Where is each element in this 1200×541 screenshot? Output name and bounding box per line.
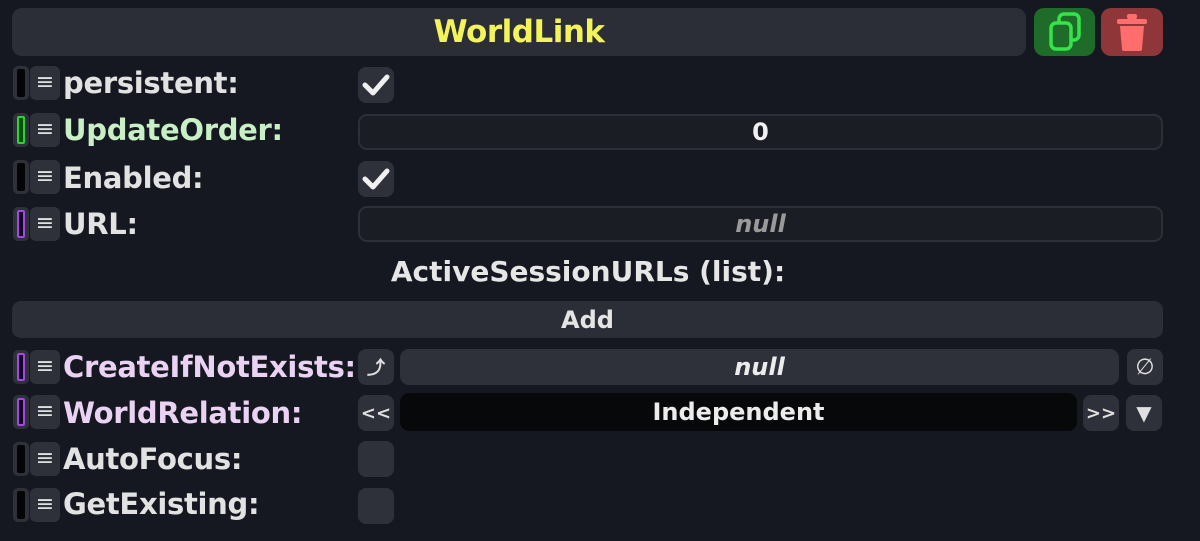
field-label-world-relation: WorldRelation: xyxy=(63,396,303,430)
previous-value-button[interactable]: << xyxy=(358,395,394,431)
clear-reference-button[interactable]: ∅ xyxy=(1127,349,1163,385)
next-value-button[interactable]: >> xyxy=(1083,395,1119,431)
drag-handle-icon[interactable]: ≡ xyxy=(30,442,60,476)
get-existing-checkbox[interactable] xyxy=(358,488,394,524)
enabled-checkbox[interactable] xyxy=(358,161,394,197)
set-reference-button[interactable]: ⤴ xyxy=(358,349,394,385)
create-if-not-exists-field[interactable]: null xyxy=(400,349,1119,385)
field-label-get-existing: GetExisting: xyxy=(63,487,260,521)
dropdown-triangle-icon: ▼ xyxy=(1136,401,1152,425)
field-handle-enabled[interactable]: ≡ xyxy=(13,159,61,195)
list-title: ActiveSessionURLs (list): xyxy=(390,254,786,288)
connector-icon[interactable] xyxy=(13,395,29,429)
field-label-url: URL: xyxy=(63,207,138,241)
field-handle-get-existing[interactable]: ≡ xyxy=(13,487,61,523)
auto-focus-checkbox[interactable] xyxy=(358,441,394,477)
connector-icon[interactable] xyxy=(13,160,29,194)
field-label-create-if-not-exists: CreateIfNotExists: xyxy=(63,350,356,384)
drag-handle-icon[interactable]: ≡ xyxy=(30,395,60,429)
field-handle-url[interactable]: ≡ xyxy=(13,206,61,242)
drag-handle-icon[interactable]: ≡ xyxy=(30,488,60,522)
field-label-update-order: UpdateOrder: xyxy=(63,113,283,147)
connector-icon[interactable] xyxy=(13,66,29,100)
connector-icon[interactable] xyxy=(13,488,29,522)
field-handle-auto-focus[interactable]: ≡ xyxy=(13,441,61,477)
drag-handle-icon[interactable]: ≡ xyxy=(30,207,60,241)
field-handle-update-order[interactable]: ≡ xyxy=(13,112,61,148)
field-handle-create-if-not-exists[interactable]: ≡ xyxy=(13,349,61,385)
connector-icon[interactable] xyxy=(13,350,29,384)
drag-handle-icon[interactable]: ≡ xyxy=(30,160,60,194)
component-title: WorldLink xyxy=(433,14,605,50)
world-relation-value[interactable]: Independent xyxy=(400,393,1077,431)
drag-handle-icon[interactable]: ≡ xyxy=(30,113,60,147)
field-label-auto-focus: AutoFocus: xyxy=(63,442,243,476)
field-handle-world-relation[interactable]: ≡ xyxy=(13,394,61,430)
update-order-input[interactable]: 0 xyxy=(358,114,1163,150)
delete-button[interactable] xyxy=(1101,8,1163,56)
field-handle-persistent[interactable]: ≡ xyxy=(13,65,61,101)
checkmark-icon xyxy=(362,168,390,190)
set-reference-icon: ⤴ xyxy=(367,358,385,379)
dropdown-button[interactable]: ▼ xyxy=(1126,395,1162,431)
null-icon: ∅ xyxy=(1135,354,1155,380)
drag-handle-icon[interactable]: ≡ xyxy=(30,350,60,384)
persistent-checkbox[interactable] xyxy=(358,67,394,103)
component-header: WorldLink xyxy=(12,8,1026,56)
connector-icon[interactable] xyxy=(13,207,29,241)
field-label-persistent: persistent: xyxy=(63,66,239,100)
chevron-left-double-icon: << xyxy=(360,402,392,424)
field-label-enabled: Enabled: xyxy=(63,161,204,195)
drag-handle-icon[interactable]: ≡ xyxy=(30,66,60,100)
add-button[interactable]: Add xyxy=(12,301,1163,338)
checkmark-icon xyxy=(362,74,390,96)
connector-icon[interactable] xyxy=(13,442,29,476)
url-input[interactable]: null xyxy=(358,206,1163,242)
duplicate-icon xyxy=(1048,12,1081,51)
chevron-right-double-icon: >> xyxy=(1085,402,1117,424)
connector-icon[interactable] xyxy=(13,113,29,147)
trash-icon xyxy=(1117,14,1147,51)
duplicate-button[interactable] xyxy=(1034,8,1095,56)
